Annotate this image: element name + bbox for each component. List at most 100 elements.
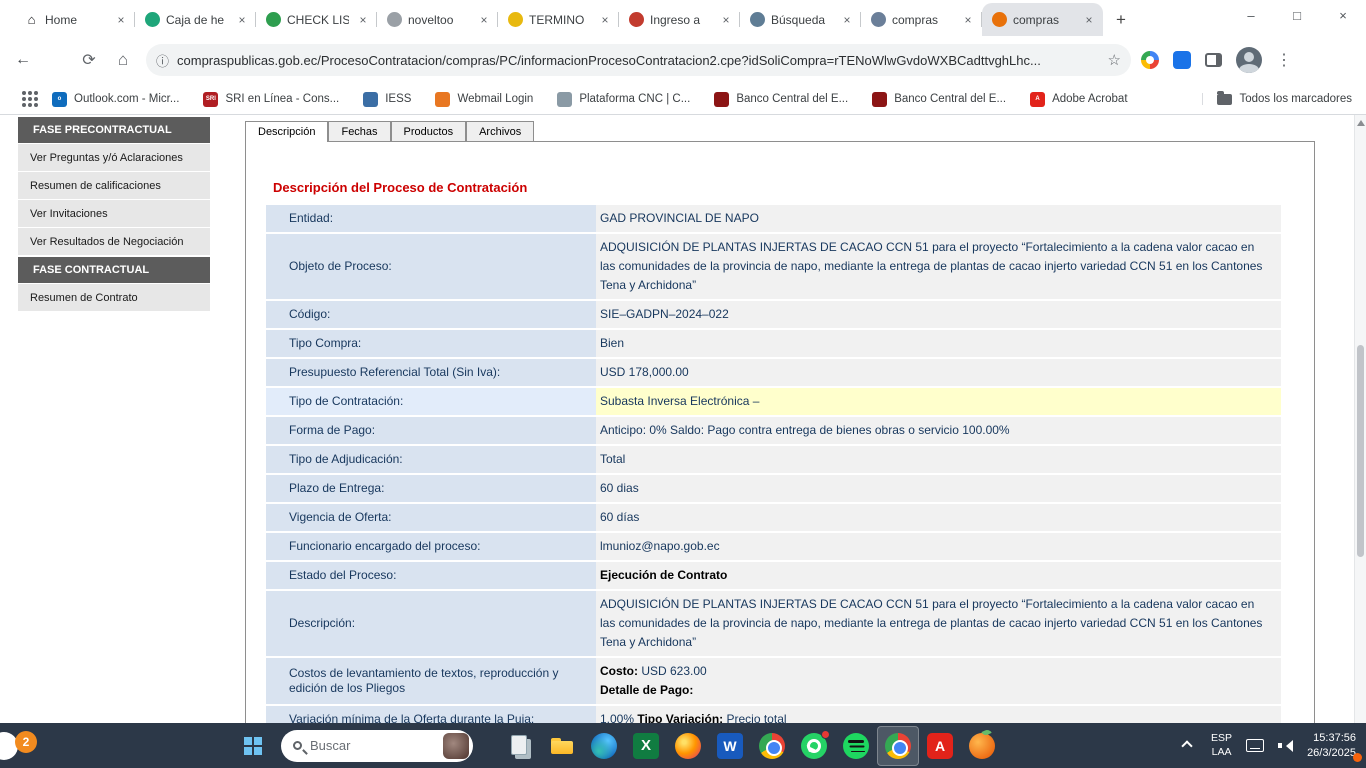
process-tab[interactable]: Fechas <box>328 121 390 141</box>
row-value-line: Detalle de Pago: <box>600 681 1271 700</box>
row-value: ADQUISICIÓN DE PLANTAS INJERTAS DE CACAO… <box>596 591 1281 656</box>
new-tab-button[interactable]: + <box>1107 6 1135 34</box>
bookmark-star-icon[interactable]: ☆ <box>1108 51 1121 69</box>
browser-tab[interactable]: noveltoo × <box>377 3 498 36</box>
tab-close-icon[interactable]: × <box>355 12 371 28</box>
folder-icon[interactable] <box>541 726 583 766</box>
edge-icon[interactable] <box>583 726 625 766</box>
sidebar-entry[interactable]: Ver Invitaciones <box>18 200 210 227</box>
tab-close-icon[interactable]: × <box>597 12 613 28</box>
bookmark-item[interactable]: o Outlook.com - Micr... <box>52 92 179 107</box>
scrollbar-up-icon[interactable] <box>1357 120 1365 126</box>
search-input[interactable] <box>310 738 435 753</box>
excel-icon[interactable] <box>625 726 667 766</box>
bookmark-item[interactable]: A Adobe Acrobat <box>1030 92 1127 107</box>
scrollbar-thumb[interactable] <box>1357 345 1364 557</box>
apps-grid-icon[interactable] <box>22 91 26 95</box>
screen: ⌂ Home × Caja de he × CHECK LIS × novelt… <box>0 0 1366 768</box>
sidebar-entry[interactable]: Ver Preguntas y/ó Aclaraciones <box>18 144 210 171</box>
documents-icon[interactable] <box>499 726 541 766</box>
bookmark-favicon: o <box>52 92 67 107</box>
row-value-line: Anticipo: 0% Saldo: Pago contra entrega … <box>600 421 1271 440</box>
chrome-icon[interactable] <box>877 726 919 766</box>
sidebar-entry[interactable]: Ver Resultados de Negociación <box>18 228 210 255</box>
keyboard-layout-code: LAA <box>1211 746 1232 759</box>
whatsapp-icon[interactable] <box>793 726 835 766</box>
row-label: Forma de Pago: <box>266 417 596 444</box>
back-icon[interactable]: ← <box>8 45 38 75</box>
bookmark-label: Banco Central del E... <box>894 93 1006 105</box>
language-indicator[interactable]: ESP LAA <box>1211 732 1232 758</box>
all-bookmarks-button[interactable]: Todos los marcadores <box>1202 93 1353 105</box>
app-icon <box>885 733 911 759</box>
chrome-secondary-icon[interactable] <box>751 726 793 766</box>
close-button[interactable]: × <box>1320 0 1366 30</box>
maximize-button[interactable]: □ <box>1274 0 1320 30</box>
profile-avatar[interactable] <box>1236 47 1262 73</box>
tab-favicon <box>871 12 886 27</box>
firefox-icon[interactable] <box>667 726 709 766</box>
process-tab[interactable]: Productos <box>391 121 467 141</box>
page-content: FASE PRECONTRACTUAL Ver Preguntas y/ó Ac… <box>0 115 1366 723</box>
fruit-icon[interactable] <box>961 726 1003 766</box>
minimize-button[interactable]: – <box>1228 0 1274 30</box>
search-highlight-image[interactable] <box>443 733 469 759</box>
bookmark-favicon-letter: o <box>58 96 62 102</box>
start-button[interactable] <box>233 726 273 766</box>
word-icon[interactable] <box>709 726 751 766</box>
home-icon[interactable]: ⌂ <box>108 45 138 75</box>
browser-tab[interactable]: compras × <box>861 3 982 36</box>
browser-tab[interactable]: compras × <box>982 3 1103 36</box>
clock-date: 26/3/2025 <box>1307 746 1356 761</box>
process-tab[interactable]: Descripción <box>245 121 328 142</box>
tab-close-icon[interactable]: × <box>839 12 855 28</box>
browser-tab[interactable]: TERMINO × <box>498 3 619 36</box>
spotify-icon[interactable] <box>835 726 877 766</box>
bookmark-item[interactable]: Banco Central del E... <box>872 92 1006 107</box>
process-tab[interactable]: Archivos <box>466 121 534 141</box>
taskbar-search[interactable] <box>281 730 473 762</box>
bookmark-item[interactable]: Webmail Login <box>435 92 533 107</box>
tab-title: compras <box>892 13 954 27</box>
tab-close-icon[interactable]: × <box>718 12 734 28</box>
site-info-icon[interactable]: ⓘ <box>156 51 169 70</box>
row-label: Código: <box>266 301 596 328</box>
lens-icon[interactable] <box>1141 51 1159 69</box>
speaker-icon[interactable] <box>1278 739 1293 752</box>
row-value-line: lmunioz@napo.gob.ec <box>600 537 1271 556</box>
browser-tab[interactable]: Búsqueda × <box>740 3 861 36</box>
hidden-icons-chevron-icon[interactable] <box>1181 740 1192 751</box>
app-icon <box>633 733 659 759</box>
page-scrollbar[interactable] <box>1354 115 1366 723</box>
row-value-line: USD 178,000.00 <box>600 363 1271 382</box>
bookmark-item[interactable]: Plataforma CNC | C... <box>557 92 690 107</box>
tab-close-icon[interactable]: × <box>476 12 492 28</box>
reload-icon[interactable]: ⟳ <box>74 45 104 75</box>
address-bar[interactable]: ⓘ compraspublicas.gob.ec/ProcesoContrata… <box>146 44 1131 76</box>
bookmark-item[interactable]: Banco Central del E... <box>714 92 848 107</box>
browser-tab[interactable]: CHECK LIS × <box>256 3 377 36</box>
sidebar-entry[interactable]: Resumen de Contrato <box>18 284 210 311</box>
bookmark-item[interactable]: IESS <box>363 92 411 107</box>
bookmark-item[interactable]: SRI SRI en Línea - Cons... <box>203 92 339 107</box>
acrobat-icon[interactable] <box>919 726 961 766</box>
sidebar-entry[interactable]: Resumen de calificaciones <box>18 172 210 199</box>
folder-icon <box>1217 94 1232 105</box>
extension-icon[interactable] <box>1173 51 1191 69</box>
tab-close-icon[interactable]: × <box>960 12 976 28</box>
tab-favicon <box>266 12 281 27</box>
browser-menu-icon[interactable]: ⋮ <box>1276 50 1292 70</box>
clock[interactable]: 15:37:56 26/3/2025 <box>1307 731 1356 761</box>
tab-close-icon[interactable]: × <box>113 12 129 28</box>
url-text[interactable]: compraspublicas.gob.ec/ProcesoContrataci… <box>177 53 1100 68</box>
row-value-line: Costo: USD 623.00 <box>600 662 1271 681</box>
tab-close-icon[interactable]: × <box>234 12 250 28</box>
browser-tab[interactable]: Caja de he × <box>135 3 256 36</box>
row-value-line: 60 días <box>600 508 1271 527</box>
side-panel-icon[interactable] <box>1205 53 1222 67</box>
touch-keyboard-icon[interactable] <box>1246 739 1264 752</box>
browser-tab[interactable]: ⌂ Home × <box>14 3 135 36</box>
browser-tab[interactable]: Ingreso a × <box>619 3 740 36</box>
chat-notification-badge[interactable]: 2 <box>15 731 37 753</box>
tab-close-icon[interactable]: × <box>1081 12 1097 28</box>
